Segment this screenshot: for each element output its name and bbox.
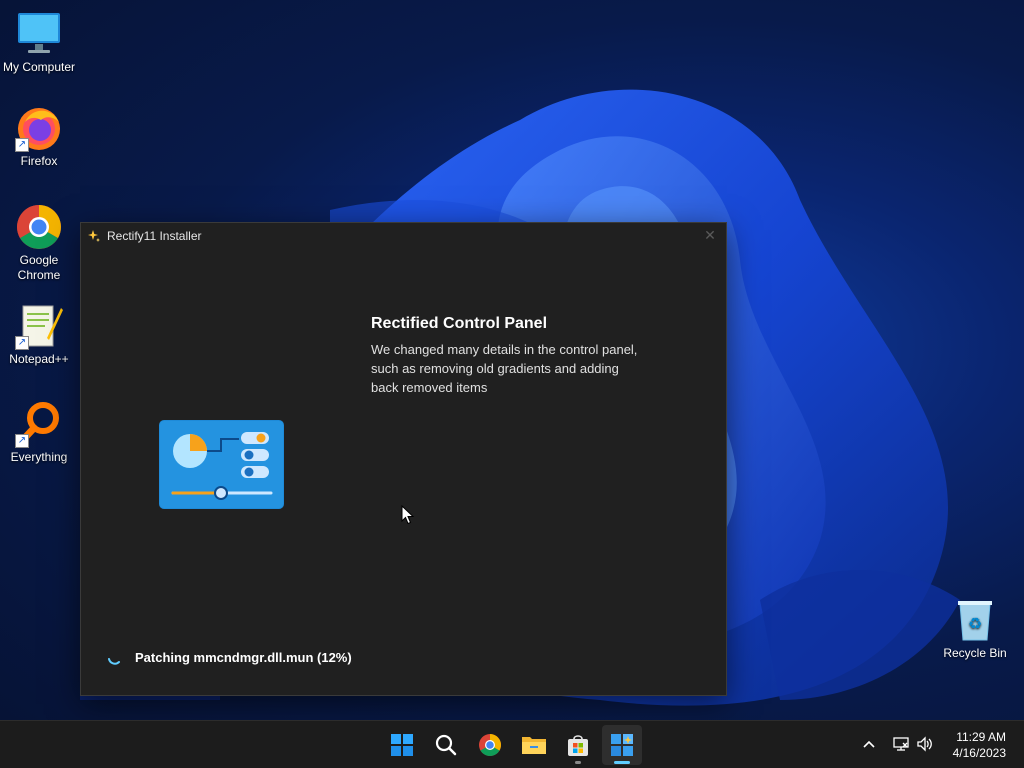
shortcut-arrow-icon: ↗ [15,434,29,448]
taskbar-rectify11-installer-button[interactable] [602,725,642,765]
file-explorer-icon [522,737,546,754]
desktop-icon-my-computer[interactable]: My Computer [1,10,77,75]
desktop-icon-notepad-plus-plus[interactable]: ↗ Notepad++ [1,302,77,367]
start-icon [391,734,413,756]
tray-volume-button[interactable] [914,733,936,755]
desktop-icon-label: Google Chrome [17,253,61,282]
desktop-icon-label: Everything [10,450,68,464]
desktop-icon-google-chrome[interactable]: Google Chrome [1,203,77,283]
taskbar-chrome-button[interactable] [470,725,510,765]
desktop-icon-label: My Computer [2,60,76,74]
desktop-icon-label: Firefox [20,154,58,168]
desktop-icon-recycle-bin[interactable]: ♻ Recycle Bin [937,596,1013,661]
desktop-icon-label: Notepad++ [9,352,69,366]
chevron-up-icon [863,740,875,748]
network-icon [893,737,909,751]
chrome-icon [17,205,61,249]
install-status: Patching mmcndmgr.dll.mun (12%) [107,649,352,665]
progress-spinner-icon [108,658,120,665]
taskbar-file-explorer-button[interactable] [514,725,554,765]
tray-network-button[interactable] [890,733,912,755]
monitor-icon [18,13,60,53]
clock-date: 4/16/2023 [952,746,1006,760]
status-text: Patching mmcndmgr.dll.mun (12%) [135,649,352,665]
desktop-icon-firefox[interactable]: ↗ Firefox [1,104,77,169]
chrome-icon [479,734,501,756]
taskbar-clock[interactable]: 11:29 AM 4/16/2023 [936,729,1006,761]
recycle-bin-icon: ♻ [958,601,992,641]
installer-window: Rectify11 Installer ✕ Rectified Control … [80,222,727,696]
close-button[interactable]: ✕ [702,227,718,243]
window-title: Rectify11 Installer [107,229,202,243]
active-indicator [614,761,630,764]
volume-icon [917,736,932,752]
feature-description: We changed many details in the control p… [371,342,638,395]
desktop-icon-everything[interactable]: ↗ Everything [1,400,77,465]
desktop: My Computer ↗ Firefox Google Chrome ↗ No… [0,0,1024,768]
taskbar-search-button[interactable] [426,725,466,765]
clock-time: 11:29 AM [956,730,1006,744]
desktop-icon-label: Recycle Bin [943,646,1007,660]
control-panel-icon [159,420,284,509]
taskbar: 11:29 AM 4/16/2023 [0,720,1024,768]
installer-titlebar[interactable]: Rectify11 Installer ✕ [81,223,726,249]
search-icon [435,734,457,756]
svg-text:♻: ♻ [968,614,982,633]
taskbar-store-button[interactable] [558,725,598,765]
tray-overflow-button[interactable] [858,733,880,755]
shortcut-arrow-icon: ↗ [15,138,29,152]
rectify11-installer-icon [611,734,633,756]
feature-title: Rectified Control Panel [371,315,548,332]
running-indicator [575,761,581,764]
mouse-cursor-icon [401,505,415,525]
taskbar-start-button[interactable] [382,725,422,765]
store-icon [568,735,588,756]
sparkle-icon [88,230,100,242]
shortcut-arrow-icon: ↗ [15,336,29,350]
